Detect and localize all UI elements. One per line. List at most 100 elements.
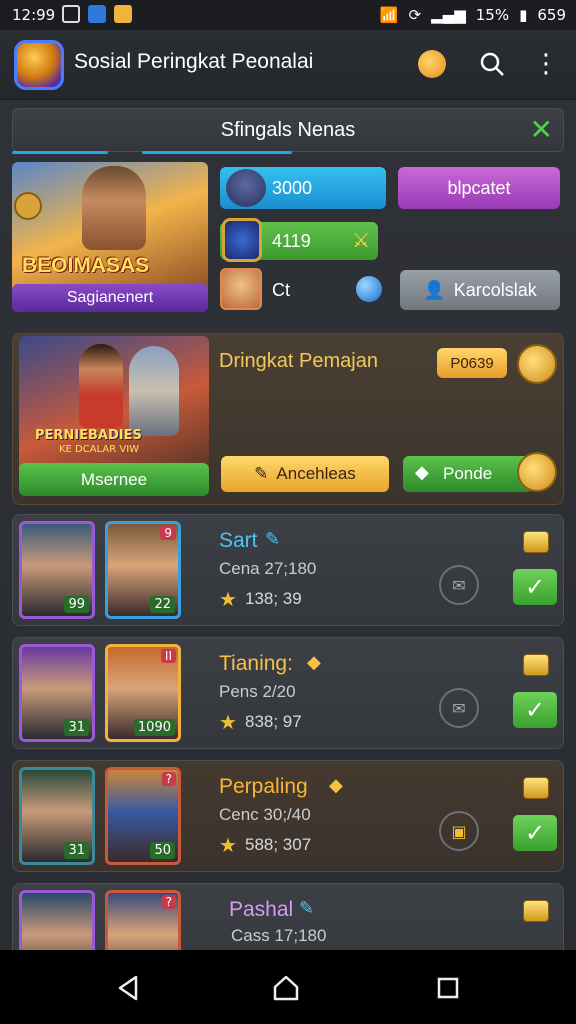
banner-label-text: Sagianenert <box>66 289 154 306</box>
sword-icon: ⚔ <box>352 230 370 252</box>
card-stars: 138; 39 <box>245 589 302 608</box>
envelope-icon: ✉ <box>452 575 466 595</box>
chest-icon[interactable] <box>523 777 549 799</box>
player-card[interactable]: 31 II 1090 Tianing: ◆ Pens 2/20 ★ 838; 9… <box>12 637 564 749</box>
player-card[interactable]: 31 ? 50 Perpaling ◆ Cenc 30;/40 ★ 588; 3… <box>12 760 564 872</box>
card-stars: 588; 307 <box>245 835 312 854</box>
signal-icon: ▂▄▆ <box>431 6 466 24</box>
stat-gems[interactable]: 4119 ⚔ <box>220 218 378 262</box>
profile-banner-image[interactable]: BEOIMASAS Sagianenert <box>12 162 208 312</box>
more-vert-icon: ⋮ <box>533 49 559 79</box>
rank-panel: PERNIEBADIES KE DCALAR VIW Msernee Dring… <box>12 333 564 505</box>
card-name: Perpaling <box>219 775 308 798</box>
check-icon: ✓ <box>524 573 546 601</box>
card-note-button[interactable]: ▣ <box>439 811 479 851</box>
card-mute-button[interactable]: ✉ <box>439 565 479 605</box>
rank-banner-image[interactable]: PERNIEBADIES KE DCALAR VIW Msernee <box>19 336 209 496</box>
helmet-icon <box>226 169 266 207</box>
profile-action-label: Karcolslak <box>453 279 537 300</box>
chest-icon[interactable] <box>523 654 549 676</box>
rank-image-text: PERNIEBADIES <box>35 428 142 443</box>
rank-image-sub: KE DCALAR VIW <box>59 444 140 455</box>
star-icon: ★ <box>219 587 237 611</box>
back-button[interactable] <box>110 970 146 1006</box>
check-icon: ✓ <box>524 819 546 847</box>
player-card[interactable]: 99 9 22 Sart ✎ Cena 27;180 ★ 138; 39 ✉ ✓ <box>12 514 564 626</box>
search-button[interactable] <box>474 46 510 82</box>
avatar-level: 31 <box>64 719 89 736</box>
player-avatar-2[interactable]: II 1090 <box>105 644 181 742</box>
avatar-level: 1090 <box>133 719 175 736</box>
stat-action-button[interactable]: blpcatet <box>398 167 560 209</box>
gem-icon: ◆ <box>329 775 343 796</box>
pencil-icon: ✎ <box>254 464 269 483</box>
player-avatar-2[interactable]: 9 22 <box>105 521 181 619</box>
status-bar: 12:99 📶 ⟳ ▂▄▆ 15% ▮ 659 <box>0 0 576 30</box>
card-mute-button[interactable]: ✉ <box>439 688 479 728</box>
sync-icon: ⟳ <box>408 6 422 24</box>
stat-coins[interactable]: 3000 <box>220 167 386 209</box>
rank-code: P0639 <box>437 348 507 378</box>
player-portrait <box>82 166 146 250</box>
stat-coins-value: 3000 <box>272 177 313 198</box>
stat-gems-value: 4119 <box>272 230 311 251</box>
mini-avatar[interactable] <box>220 268 262 310</box>
rank-button-1[interactable]: ✎ Ancehleas <box>221 456 389 492</box>
tab-indicator-right <box>142 151 292 154</box>
status-extra: 659 <box>537 6 566 24</box>
close-icon[interactable]: ✕ <box>530 113 553 146</box>
app-screen: 12:99 📶 ⟳ ▂▄▆ 15% ▮ 659 Sosial Peringkat… <box>0 0 576 1024</box>
card-confirm-button[interactable]: ✓ <box>513 692 557 728</box>
rank-code-text: P0639 <box>450 354 494 372</box>
player-avatar-1[interactable]: 99 <box>19 521 95 619</box>
card-sub: Cenc 30;/40 <box>219 805 311 824</box>
rank-button-2[interactable]: ◆ Ponde <box>403 456 533 492</box>
check-icon: ✓ <box>524 696 546 724</box>
star-icon: ★ <box>219 833 237 857</box>
chest-icon[interactable] <box>523 900 549 922</box>
card-confirm-button[interactable]: ✓ <box>513 569 557 605</box>
tab-indicator-left <box>12 151 108 154</box>
back-icon <box>118 975 138 1001</box>
player-avatar-2[interactable]: ? 50 <box>105 767 181 865</box>
card-confirm-button[interactable]: ✓ <box>513 815 557 851</box>
map-pin-button[interactable] <box>414 46 450 82</box>
game-notify-icon <box>114 5 132 23</box>
card-sub: Cena 27;180 <box>219 559 317 578</box>
recents-button[interactable] <box>430 970 466 1006</box>
pin-icon[interactable] <box>356 276 382 302</box>
search-icon <box>480 52 504 76</box>
avatar-badge: ? <box>161 772 176 786</box>
avatar-level: 31 <box>64 842 89 859</box>
profile-action-button[interactable]: 👤 Karcolslak <box>400 270 560 310</box>
player-avatar-1[interactable]: 31 <box>19 767 95 865</box>
avatar-level: 50 <box>150 842 175 859</box>
user-icon: 👤 <box>423 279 446 300</box>
more-menu-button[interactable]: ⋮ <box>528 46 564 82</box>
card-sub: Cass 17;180 <box>231 926 327 945</box>
section-header: Sfingals Nenas ✕ <box>12 108 564 152</box>
card-name: Pashal <box>229 898 294 921</box>
star-icon: ★ <box>219 710 237 734</box>
home-button[interactable] <box>268 970 304 1006</box>
rank-button-2-label: Ponde <box>443 464 493 483</box>
gold-coin-icon[interactable] <box>517 344 557 384</box>
banner-label[interactable]: Sagianenert <box>12 284 208 312</box>
rank-image-label[interactable]: Msernee <box>19 463 209 496</box>
avatar-badge: 9 <box>160 526 176 540</box>
avatar-level: 22 <box>150 596 175 613</box>
avatar-badge: II <box>160 649 176 663</box>
system-nav-bar <box>0 950 576 1024</box>
battery-icon: ▮ <box>519 6 528 24</box>
app-logo[interactable] <box>14 40 64 90</box>
home-icon <box>273 975 299 1001</box>
gold-coin-icon-2[interactable] <box>517 452 557 492</box>
drop-icon: ◆ <box>415 462 429 482</box>
battery-percent: 15% <box>475 6 510 24</box>
chest-icon[interactable] <box>523 531 549 553</box>
hero-figure <box>79 344 123 428</box>
mini-label: Ct <box>272 280 290 300</box>
player-avatar-1[interactable]: 31 <box>19 644 95 742</box>
status-right: 📶 ⟳ ▂▄▆ 15% ▮ 659 <box>380 6 566 24</box>
trophy-icon <box>14 192 42 220</box>
